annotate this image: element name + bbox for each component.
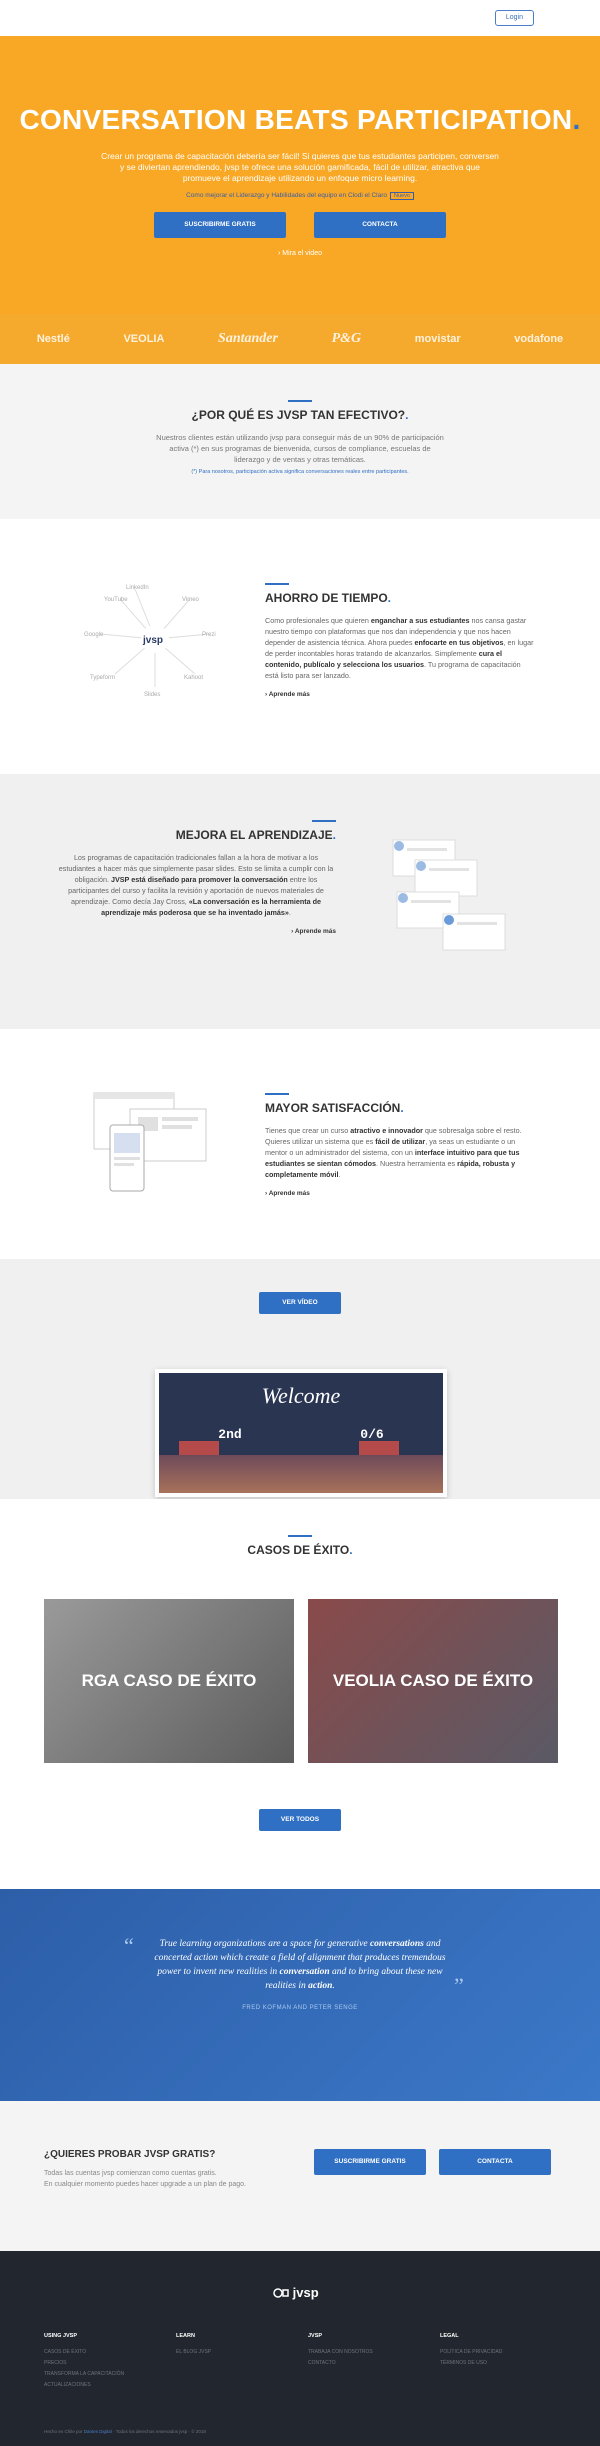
quote-author: FRED KOFMAN AND PETER SENGE (242, 2005, 358, 2011)
node-google: Google (84, 632, 104, 638)
logo-veolia: VEOLIA (123, 333, 165, 345)
case-card-rga[interactable]: RGA CASO DE ÉXITO (44, 1599, 294, 1763)
footer: jvsp USING JVSP CASOS DE ÉXITO PRECIOS T… (0, 2251, 600, 2446)
footer-col-title: LEGAL (440, 2333, 459, 2339)
case-card-veolia[interactable]: VEOLIA CASO DE ÉXITO (308, 1599, 558, 1763)
footer-link[interactable]: PRECIOS (44, 2358, 164, 2369)
copyright: Hecho en Chile por Dantes Digital · Todo… (44, 2429, 206, 2434)
footer-link[interactable]: ACTUALIZACIONES (44, 2380, 164, 2391)
login-button[interactable]: Login (494, 10, 534, 26)
section-body: Tienes que crear un curso atractivo e in… (265, 1126, 522, 1179)
accent-line (312, 820, 336, 822)
accent-line (265, 583, 289, 585)
hero-small-link[interactable]: Como mejorar el Liderazgo y Habilidades … (0, 192, 600, 200)
client-logos: Nestlé VEOLIA Santander P&G movistar vod… (0, 314, 600, 364)
learning-section: MEJORA EL APRENDIZAJE. Los programas de … (0, 774, 600, 1029)
village-ground (159, 1455, 443, 1493)
welcome-label-1: 2nd (218, 1427, 242, 1442)
learn-more-link[interactable]: › Aprende más (56, 928, 336, 935)
quote-text: True learning organizations are a space … (154, 1939, 446, 1991)
time-saving-section: jvsp YouTube Vimeo Google Prezi Typeform… (0, 519, 600, 774)
footer-col-title: JVSP (308, 2333, 323, 2339)
node-prezi: Prezi (202, 632, 216, 638)
footer-link[interactable]: TRANSFORMA LA CAPACITACIÓN (44, 2369, 164, 2380)
jvsp-logo-icon (273, 2287, 289, 2298)
subscribe-button[interactable]: SUSCRIBIRME GRATIS (314, 2149, 426, 2175)
hub-logo: jvsp (142, 635, 163, 646)
accent-line (288, 400, 312, 402)
hero-subtitle: Crear un programa de capacitación deberí… (101, 151, 499, 183)
hero-title: CONVERSATION BEATS PARTICIPATION. (19, 104, 581, 135)
learn-more-link[interactable]: › Aprende más (265, 691, 535, 698)
subscribe-button[interactable]: SUSCRIBIRME GRATIS (154, 212, 286, 238)
footer-link[interactable]: CASOS DE ÉXITO (44, 2347, 164, 2358)
accent-line (288, 1535, 312, 1537)
section-title: MAYOR SATISFACCIÓN. (265, 1101, 404, 1115)
hero-section: CONVERSATION BEATS PARTICIPATION. Crear … (0, 36, 600, 314)
footer-logo[interactable]: jvsp (273, 2285, 319, 2300)
footer-link[interactable]: CONTACTO (308, 2358, 428, 2369)
why-body: Nuestros clientes están utilizando jvsp … (156, 433, 444, 464)
welcome-label-2: 0/6 (360, 1427, 384, 1442)
try-free-section: ¿QUIERES PROBAR JVSP GRATIS? Todas las c… (0, 2101, 600, 2251)
section-body: Los programas de capacitación tradiciona… (58, 853, 334, 917)
node-youtube: YouTube (104, 597, 128, 603)
why-section: ¿POR QUÉ ES JVSP TAN EFECTIVO?. Nuestros… (0, 364, 600, 519)
footer-link[interactable]: POLÍTICA DE PRIVACIDAD (440, 2347, 560, 2358)
node-linkedin: LinkedIn (126, 585, 149, 591)
watch-video-button[interactable]: VER VÍDEO (259, 1292, 341, 1314)
footer-col-legal: LEGAL POLÍTICA DE PRIVACIDAD TÉRMINOS DE… (440, 2333, 560, 2369)
footer-link[interactable]: TÉRMINOS DE USO (440, 2358, 560, 2369)
contact-button[interactable]: CONTACTA (439, 2149, 551, 2175)
footer-col-using: USING JVSP CASOS DE ÉXITO PRECIOS TRANSF… (44, 2333, 164, 2391)
footer-col-title: USING JVSP (44, 2333, 78, 2339)
quote-section: “ True learning organizations are a spac… (0, 1889, 600, 2101)
footer-col-jvsp: JVSP TRABAJA CON NOSOTROS CONTACTO (308, 2333, 428, 2369)
try-line-1: Todas las cuentas jvsp comienzan como cu… (44, 2170, 217, 2177)
why-note: (*) Para nosotros, participación activa … (191, 469, 409, 475)
agency-link[interactable]: Dantes Digital (84, 2429, 112, 2434)
logo-nestle: Nestlé (36, 333, 70, 345)
footer-col-learn: LEARN EL BLOG JVSP (176, 2333, 296, 2358)
section-title: AHORRO DE TIEMPO. (265, 591, 392, 605)
open-quote-icon: “ (124, 1933, 134, 1958)
node-vimeo: Vimeo (182, 597, 200, 603)
devices-illustration (93, 1092, 207, 1192)
logo-santander: Santander (218, 331, 278, 346)
accent-line (265, 1093, 289, 1095)
why-title: ¿POR QUÉ ES JVSP TAN EFECTIVO?. (191, 408, 409, 422)
satisfaction-section: MAYOR SATISFACCIÓN. Tienes que crear un … (0, 1029, 600, 1259)
logo-vodafone: vodafone (514, 333, 564, 345)
watch-video-link[interactable]: › Mira el video (0, 250, 600, 257)
conversation-illustration (392, 839, 506, 951)
node-slides: Slides (144, 692, 160, 698)
footer-link[interactable]: EL BLOG JVSP (176, 2347, 296, 2358)
node-typeform: Typeform (90, 675, 115, 681)
welcome-title: Welcome (261, 1383, 341, 1408)
logo-pg: P&G (331, 331, 362, 346)
section-body: Como profesionales que quieren enganchar… (265, 616, 534, 680)
footer-col-title: LEARN (176, 2333, 195, 2339)
cases-title: CASOS DE ÉXITO. (247, 1543, 353, 1557)
top-bar: Login (0, 0, 600, 36)
try-line-2: En cualquier momento puedes hacer upgrad… (44, 2181, 246, 2188)
logo-movistar: movistar (414, 333, 461, 345)
video-section: VER VÍDEO Welcome 2nd 0/6 (0, 1259, 600, 1499)
see-all-button[interactable]: VER TODOS (259, 1809, 341, 1831)
welcome-video-thumbnail[interactable]: Welcome 2nd 0/6 (155, 1369, 447, 1497)
footer-link[interactable]: TRABAJA CON NOSOTROS (308, 2347, 428, 2358)
section-title: MEJORA EL APRENDIZAJE. (175, 828, 336, 842)
see-all-row: VER TODOS (0, 1799, 600, 1889)
learn-more-link[interactable]: › Aprende más (265, 1190, 535, 1197)
try-title: ¿QUIERES PROBAR JVSP GRATIS? (44, 2149, 216, 2160)
new-badge: Nuevo (389, 192, 414, 200)
success-cases-section: CASOS DE ÉXITO. RGA CASO DE ÉXITO VEOLIA… (0, 1499, 600, 1799)
contact-button[interactable]: CONTACTA (314, 212, 446, 238)
close-quote-icon: ” (454, 1973, 464, 1998)
page: Login CONVERSATION BEATS PARTICIPATION. … (0, 0, 600, 2446)
integrations-diagram: jvsp YouTube Vimeo Google Prezi Typeform… (84, 585, 216, 698)
node-kahoot: Kahoot (184, 675, 203, 681)
